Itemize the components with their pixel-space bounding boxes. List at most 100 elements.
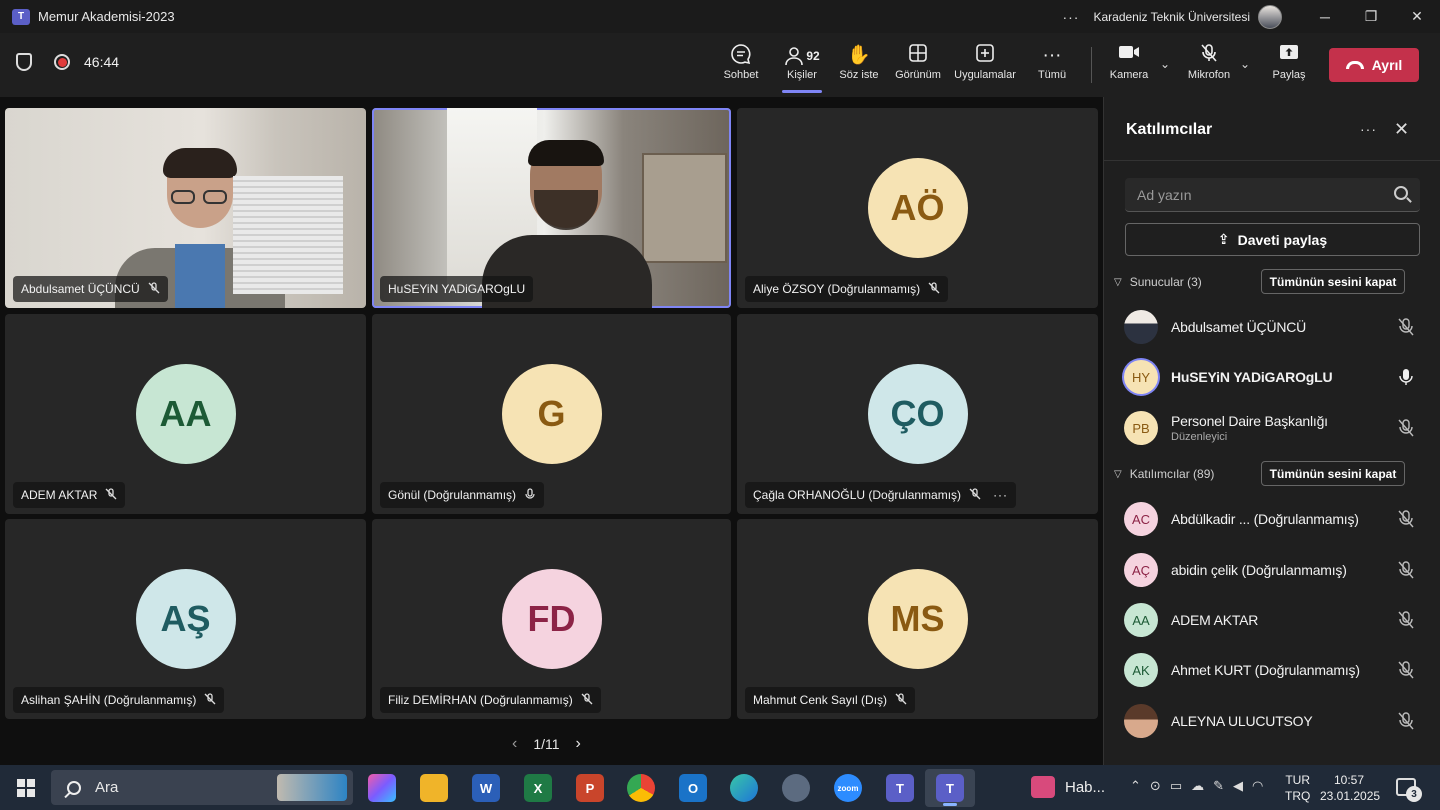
next-page-chevron-icon[interactable]: › [576,735,581,753]
teams-logo-icon: T [12,8,30,25]
mute-all-presenters-button[interactable]: Tümünün sesini kapat [1261,269,1405,294]
participant-search-input[interactable] [1137,178,1387,212]
more-options-icon[interactable]: ··· [1062,9,1079,25]
panel-title: Katılımcılar [1126,121,1213,138]
profile-avatar[interactable] [1258,4,1282,29]
organization-name: Karadeniz Teknik Üniversitesi [1093,9,1250,24]
participant-role: Düzenleyici [1171,431,1228,443]
taskbar-search[interactable]: Ara [51,770,353,805]
pen-icon[interactable]: ✎ [1213,778,1224,794]
participant-row[interactable]: ALEYNA ULUCUTSOY [1124,701,1424,741]
participant-row[interactable]: HY HuSEYiN YADiGAROgLU [1124,357,1424,397]
apps-button[interactable]: Uygulamalar [952,43,1018,89]
close-window-button[interactable]: ✕ [1394,8,1440,25]
tile-name-tag: ADEM AKTAR [13,482,126,508]
camera-options-chevron-icon[interactable]: ⌄ [1160,57,1170,71]
news-widget[interactable]: Hab... [1031,776,1105,798]
zoom-icon[interactable]: zoom [834,774,862,802]
participant-row[interactable]: AA ADEM AKTAR [1124,600,1424,640]
video-tile-speaking[interactable]: HuSEYiN YADiGAROgLU [372,108,731,308]
participant-avatar: FD [501,569,602,669]
mic-button[interactable]: Mikrofon [1185,43,1233,89]
search-icon[interactable] [1394,186,1408,200]
mic-on-icon [524,487,536,503]
shield-icon[interactable] [16,53,32,71]
share-button[interactable]: Paylaş [1270,43,1308,89]
participant-avatar: ÇO [867,364,968,464]
participant-name: Personel Daire Başkanlığı [1171,413,1328,429]
windows-start-icon[interactable] [17,779,35,797]
excel-icon[interactable]: X [524,774,552,802]
tile-name: Abdulsamet ÜÇÜNCÜ [21,282,140,296]
battery-icon[interactable]: ▭ [1170,778,1182,794]
participant-row[interactable]: AÇ abidin çelik (Doğrulanmamış) [1124,550,1424,590]
cloud-icon[interactable]: ☁ [1191,778,1204,794]
avatar-tile[interactable]: MS Mahmut Cenk Sayıl (Dış) [737,519,1098,719]
mute-all-attendees-button[interactable]: Tümünün sesini kapat [1261,461,1405,486]
restore-button[interactable]: ❐ [1348,8,1394,25]
toolbar-divider [1091,47,1092,83]
minimize-button[interactable]: ─ [1302,9,1348,25]
tray-expand-chevron-icon[interactable]: ⌃ [1130,778,1141,794]
raise-hand-label: Söz iste [839,69,879,81]
input-language[interactable]: TUR TRQ [1285,772,1310,804]
avatar-tile[interactable]: AA ADEM AKTAR [5,314,366,514]
tray-app-icon[interactable]: ⊙ [1150,778,1161,794]
wifi-icon[interactable]: ◠ [1252,778,1263,794]
chat-button[interactable]: Sohbet [721,43,761,89]
mic-options-chevron-icon[interactable]: ⌄ [1240,57,1250,71]
raise-hand-button[interactable]: ✋ Söz iste [837,43,881,89]
people-icon: 92 [780,43,824,69]
prev-page-chevron-icon[interactable]: ‹ [512,735,517,753]
meeting-timer: 46:44 [84,54,120,70]
tile-name-tag: Gönül (Doğrulanmamış) [380,482,545,508]
participant-avatar: MS [867,569,968,669]
participant-row[interactable]: PB Personel Daire Başkanlığı Düzenleyici [1124,408,1424,448]
teams-icon[interactable]: T [886,774,914,802]
avatar-tile[interactable]: AŞ Aslihan ŞAHİN (Doğrulanmamış) [5,519,366,719]
share-invite-button[interactable]: ⇪ Daveti paylaş [1125,223,1420,256]
avatar-tile[interactable]: FD Filiz DEMİRHAN (Doğrulanmamış) [372,519,731,719]
word-icon[interactable]: W [472,774,500,802]
video-tile[interactable]: Abdulsamet ÜÇÜNCÜ [5,108,366,308]
attendees-section-toggle[interactable]: ▽ Katılımcılar (89) [1114,467,1214,481]
view-button[interactable]: Görünüm [892,43,944,89]
mic-on-icon [1399,369,1413,385]
volume-icon[interactable]: ◀ [1233,778,1243,794]
tile-name: Mahmut Cenk Sayıl (Dış) [753,693,888,707]
presenters-section-toggle[interactable]: ▽ Sunucular (3) [1114,275,1202,289]
more-dots-icon: ··· [1042,45,1062,66]
mic-muted-icon [1185,43,1233,69]
panel-close-icon[interactable]: ✕ [1394,119,1409,140]
avatar-tile[interactable]: ÇO Çağla ORHANOĞLU (Doğrulanmamış) ··· [737,314,1098,514]
app-globe-icon[interactable] [782,774,810,802]
hang-up-icon [1345,61,1364,69]
windows-taskbar: Ara W X P O zoom T T Hab... ⌃ ⊙ ▭ ☁ ✎ ◀ … [0,765,1440,810]
system-clock[interactable]: 10:57 23.01.2025 [1320,772,1380,804]
notification-icon[interactable]: 3 [1396,778,1422,802]
people-button[interactable]: 92 Kişiler [780,43,824,93]
outlook-icon[interactable]: O [679,774,707,802]
participant-avatar: AA [135,364,236,464]
panel-more-icon[interactable]: ··· [1360,121,1377,137]
leave-button[interactable]: Ayrıl [1329,48,1419,82]
camera-button[interactable]: Kamera [1108,43,1150,89]
teams-meeting-icon[interactable]: T [936,774,964,802]
file-explorer-icon[interactable] [420,774,448,802]
apps-label: Uygulamalar [954,69,1016,81]
chrome-icon[interactable] [627,774,655,802]
copilot-icon[interactable] [368,774,396,802]
participant-row[interactable]: AK Ahmet KURT (Doğrulanmamış) [1124,650,1424,690]
tile-name: HuSEYiN YADiGAROgLU [388,282,526,296]
panel-divider [1104,160,1440,161]
participant-row[interactable]: Abdulsamet ÜÇÜNCÜ [1124,307,1424,347]
powerpoint-icon[interactable]: P [576,774,604,802]
edge-icon[interactable] [730,774,758,802]
tile-more-icon[interactable]: ··· [993,488,1008,502]
avatar-tile[interactable]: G Gönül (Doğrulanmamış) [372,314,731,514]
mic-off-icon [1398,611,1414,629]
tile-name-tag: Filiz DEMİRHAN (Doğrulanmamış) [380,687,601,713]
participant-row[interactable]: AC Abdülkadir ... (Doğrulanmamış) [1124,499,1424,539]
more-actions-button[interactable]: ··· Tümü [1034,43,1070,89]
avatar-tile[interactable]: AÖ Aliye ÖZSOY (Doğrulanmamış) [737,108,1098,308]
